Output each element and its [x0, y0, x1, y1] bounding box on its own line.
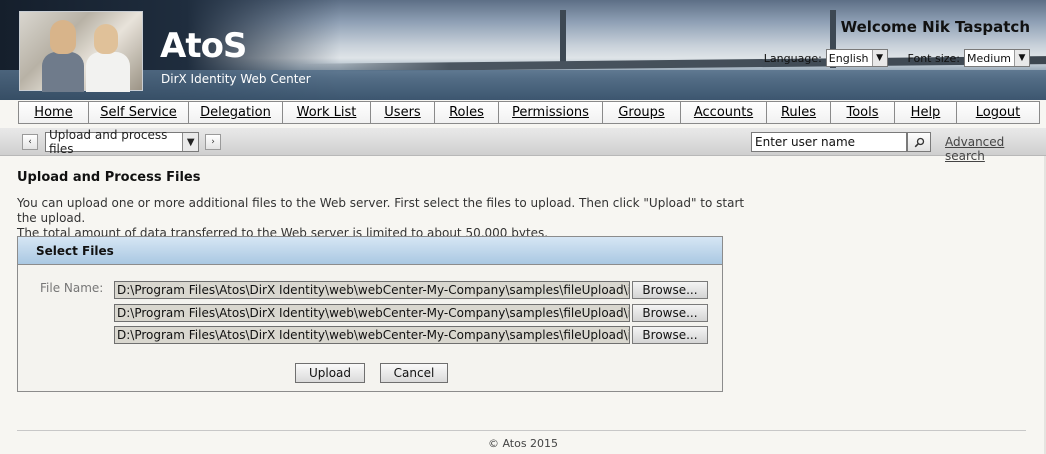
- header-photo: [19, 11, 143, 92]
- photo-person-head: [50, 20, 76, 54]
- fontsize-label: Font size:: [907, 51, 961, 65]
- bridge-tower: [560, 10, 566, 68]
- select-files-panel: Select Files File Name: D:\Program Files…: [17, 236, 723, 392]
- description-line: You can upload one or more additional fi…: [17, 196, 745, 225]
- nav-item-self-service[interactable]: Self Service: [89, 102, 189, 123]
- nav-item-roles[interactable]: Roles: [435, 102, 499, 123]
- forward-button[interactable]: ›: [205, 134, 221, 150]
- user-search-input[interactable]: Enter user name: [751, 132, 907, 152]
- footer-copyright: © Atos 2015: [487, 437, 559, 450]
- preferences: Language: English ▼ Font size: Medium ▼: [764, 49, 1030, 67]
- page-title: Upload and Process Files: [17, 170, 201, 185]
- file-row: D:\Program Files\Atos\DirX Identity\web\…: [114, 281, 708, 299]
- nav-item-tools[interactable]: Tools: [831, 102, 895, 123]
- nav-item-groups[interactable]: Groups: [603, 102, 681, 123]
- file-row: D:\Program Files\Atos\DirX Identity\web\…: [114, 304, 708, 322]
- nav-item-users[interactable]: Users: [371, 102, 435, 123]
- toolbar: ‹ Upload and process files ▼ › Enter use…: [0, 128, 1046, 163]
- chevron-right-icon: ›: [211, 137, 215, 147]
- browse-button[interactable]: Browse...: [632, 281, 708, 299]
- fontsize-select[interactable]: Medium ▼: [964, 49, 1030, 67]
- fontsize-value: Medium: [967, 51, 1011, 65]
- browse-button[interactable]: Browse...: [632, 326, 708, 344]
- file-row: D:\Program Files\Atos\DirX Identity\web\…: [114, 326, 708, 344]
- language-label: Language:: [763, 51, 822, 65]
- page-select-value: Upload and process files: [49, 128, 168, 156]
- nav-item-rules[interactable]: Rules: [767, 102, 831, 123]
- upload-button[interactable]: Upload: [295, 363, 365, 383]
- nav-item-work-list[interactable]: Work List: [283, 102, 371, 123]
- photo-person-head: [94, 24, 118, 54]
- header-banner: AtoS DirX Identity Web Center Welcome Ni…: [0, 0, 1046, 100]
- chevron-down-icon: ▼: [871, 50, 887, 66]
- nav-item-accounts[interactable]: Accounts: [681, 102, 767, 123]
- file-path-input[interactable]: D:\Program Files\Atos\DirX Identity\web\…: [114, 326, 630, 344]
- cancel-button[interactable]: Cancel: [380, 363, 448, 383]
- page-description: You can upload one or more additional fi…: [17, 196, 757, 241]
- language-value: English: [828, 51, 869, 65]
- nav-item-permissions[interactable]: Permissions: [499, 102, 603, 123]
- search-icon: [914, 137, 924, 147]
- main-nav: Home Self Service Delegation Work List U…: [18, 101, 1040, 124]
- photo-person: [42, 52, 84, 92]
- file-path-input[interactable]: D:\Program Files\Atos\DirX Identity\web\…: [114, 304, 630, 322]
- photo-person: [86, 52, 130, 92]
- chevron-down-icon: ▼: [182, 133, 198, 151]
- nav-item-help[interactable]: Help: [895, 102, 957, 123]
- water-image: [0, 70, 1046, 100]
- language-select[interactable]: English ▼: [825, 49, 888, 67]
- nav-item-home[interactable]: Home: [19, 102, 89, 123]
- nav-item-delegation[interactable]: Delegation: [189, 102, 283, 123]
- file-name-label: File Name:: [40, 281, 104, 295]
- nav-item-logout[interactable]: Logout: [957, 102, 1039, 123]
- back-button[interactable]: ‹: [22, 134, 38, 150]
- file-path-input[interactable]: D:\Program Files\Atos\DirX Identity\web\…: [114, 281, 630, 299]
- page-select[interactable]: Upload and process files ▼: [45, 128, 199, 156]
- footer-divider: [17, 430, 1026, 431]
- app-subtitle: DirX Identity Web Center: [161, 72, 311, 86]
- chevron-left-icon: ‹: [28, 137, 32, 147]
- welcome-message: Welcome Nik Taspatch: [840, 18, 1030, 36]
- advanced-search-link[interactable]: Advanced search: [945, 135, 1046, 163]
- atos-logo: AtoS: [160, 26, 247, 66]
- search-button[interactable]: [907, 132, 931, 152]
- panel-title: Select Files: [18, 237, 722, 265]
- chevron-down-icon: ▼: [1014, 50, 1029, 66]
- browse-button[interactable]: Browse...: [632, 304, 708, 322]
